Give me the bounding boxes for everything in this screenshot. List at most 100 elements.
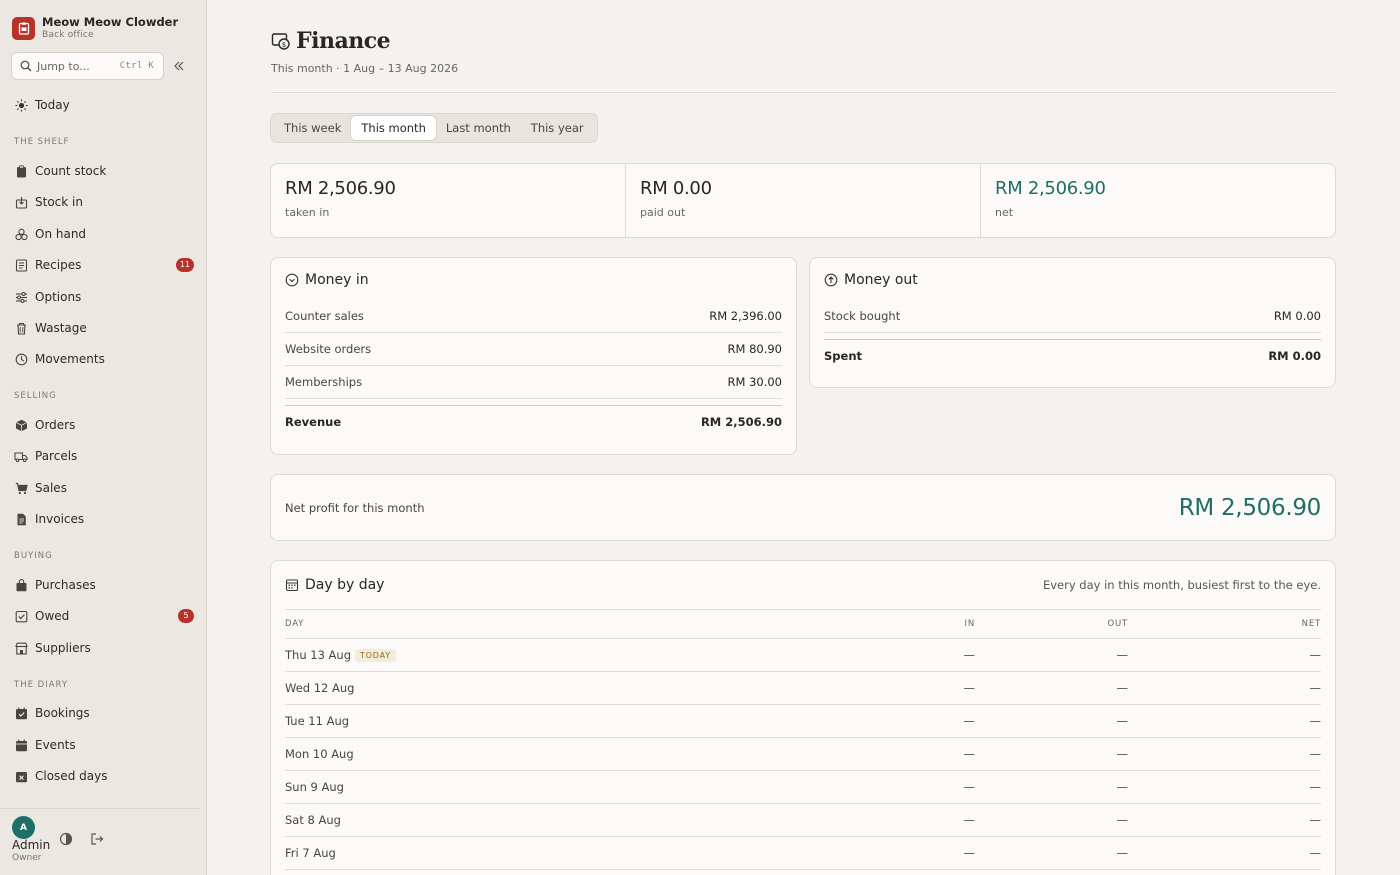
sidebar-item-label: Closed days [35, 769, 108, 783]
sidebar-item-label: Events [35, 738, 76, 752]
money-out-row: Stock bought RM 0.00 [824, 300, 1321, 333]
collapse-sidebar-icon[interactable] [172, 59, 186, 73]
boxes-icon [14, 227, 28, 241]
sidebar-item-closed-days[interactable]: Closed days [14, 766, 194, 786]
net-profit-value: RM 2,506.90 [1178, 494, 1322, 521]
row-label: Spent [824, 349, 862, 363]
sidebar-item-parcels[interactable]: Parcels [14, 446, 194, 466]
money-in-row: Memberships RM 30.00 [285, 366, 782, 399]
owed-count-badge: 5 [178, 609, 194, 623]
sidebar-item-movements[interactable]: Movements [14, 349, 194, 369]
out-cell: — [975, 704, 1128, 738]
sidebar-item-label: Wastage [35, 321, 87, 335]
column-header[interactable]: OUT [975, 610, 1128, 639]
row-label: Website orders [285, 342, 372, 356]
in-cell: — [855, 671, 975, 705]
sidebar-item-owed[interactable]: Owed 5 [14, 606, 194, 626]
divider [271, 92, 1336, 93]
out-cell: — [975, 836, 1128, 870]
sidebar-item-recipes[interactable]: Recipes 11 [14, 255, 194, 275]
sidebar-item-label: Orders [35, 418, 76, 432]
in-cell: — [855, 704, 975, 738]
theme-toggle-icon[interactable] [59, 832, 73, 846]
row-amount: RM 30.00 [727, 375, 783, 389]
sidebar-item-label: Count stock [35, 164, 107, 178]
row-amount: RM 0.00 [1273, 309, 1321, 323]
sidebar-item-suppliers[interactable]: Suppliers [14, 638, 194, 658]
arrow-up-circle-icon [824, 273, 838, 287]
sidebar-item-label: Parcels [35, 449, 78, 463]
sidebar-item-label: On hand [35, 227, 87, 241]
row-label: Memberships [285, 375, 363, 389]
sidebar-item-label: Suppliers [35, 641, 91, 655]
search-input[interactable]: Jump to... Ctrl K [11, 52, 164, 80]
sidebar-item-orders[interactable]: Orders [14, 415, 194, 435]
net-cell: — [1128, 638, 1321, 672]
row-amount: RM 0.00 [1268, 349, 1321, 363]
table-row: Wed 12 Aug — — — [285, 671, 1321, 705]
net-cell: — [1128, 836, 1321, 870]
sidebar-item-purchases[interactable]: Purchases [14, 575, 194, 595]
calendar-icon [14, 738, 28, 752]
money-out-total-row: Spent RM 0.00 [824, 339, 1321, 372]
column-header[interactable]: DAY [285, 610, 855, 639]
stat-value: RM 2,506.90 [995, 178, 1106, 199]
sidebar-item-on-hand[interactable]: On hand [14, 224, 194, 244]
sidebar-item-label: Options [35, 290, 82, 304]
panel-title: Money out [824, 272, 1321, 288]
table-row: Thu 13 Aug TODAY — — — [285, 638, 1321, 672]
row-label: Stock bought [824, 309, 901, 323]
day-by-day-table: DAY IN OUT NET Thu 13 Aug TODAY — — — Wed… [285, 610, 1321, 870]
net-cell: — [1128, 803, 1321, 837]
cart-icon [14, 481, 28, 495]
stat-taken-in: RM 2,506.90 taken in [271, 164, 626, 237]
sidebar-item-stock-in[interactable]: Stock in [14, 192, 194, 212]
money-in-panel: Money in Counter sales RM 2,396.00 Websit… [270, 257, 797, 455]
brand-logo-icon [12, 17, 35, 40]
sidebar-item-bookings[interactable]: Bookings [14, 703, 194, 723]
day-cell: Sat 8 Aug [285, 803, 855, 837]
clipboard-icon [14, 164, 28, 178]
sidebar-item-label: Movements [35, 352, 105, 366]
sidebar-item-count-stock[interactable]: Count stock [14, 161, 194, 181]
table-row: Sun 9 Aug — — — [285, 770, 1321, 804]
search-placeholder: Jump to... [37, 59, 90, 73]
sidebar-item-label: Recipes [35, 258, 82, 272]
logout-icon[interactable] [90, 832, 104, 846]
stat-net: RM 2,506.90 net [981, 164, 1335, 237]
sliders-icon [14, 290, 28, 304]
net-cell: — [1128, 770, 1321, 804]
column-header[interactable]: NET [1128, 610, 1321, 639]
sidebar-item-events[interactable]: Events [14, 735, 194, 755]
sidebar-item-label: Invoices [35, 512, 85, 526]
sidebar-item-wastage[interactable]: Wastage [14, 318, 194, 338]
tab-this-month[interactable]: This month [351, 116, 436, 140]
trash-icon [14, 321, 28, 335]
in-cell: — [855, 638, 975, 672]
tab-this-week[interactable]: This week [274, 116, 351, 140]
money-in-row: Website orders RM 80.90 [285, 333, 782, 366]
tab-last-month[interactable]: Last month [436, 116, 521, 140]
column-header[interactable]: IN [855, 610, 975, 639]
avatar[interactable]: A [12, 816, 35, 839]
sidebar-item-options[interactable]: Options [14, 287, 194, 307]
table-row: Fri 7 Aug — — — [285, 836, 1321, 870]
stat-value: RM 0.00 [640, 178, 712, 199]
stat-label: paid out [640, 206, 686, 219]
sidebar-item-invoices[interactable]: Invoices [14, 509, 194, 529]
stat-value: RM 2,506.90 [285, 178, 396, 199]
in-cell: — [855, 803, 975, 837]
summary-stats: RM 2,506.90 taken in RM 0.00 paid out RM… [270, 163, 1336, 238]
out-cell: — [975, 638, 1128, 672]
calendar-grid-icon [285, 579, 299, 592]
brand[interactable]: Meow Meow Clowder Back office [12, 16, 178, 41]
finance-icon: $ [271, 33, 290, 50]
out-cell: — [975, 737, 1128, 771]
sidebar-item-sales[interactable]: Sales [14, 478, 194, 498]
tab-this-year[interactable]: This year [521, 116, 594, 140]
calendar-x-icon [14, 769, 28, 783]
nav-section-heading: THE SHELF [14, 137, 70, 147]
sidebar-item-today[interactable]: Today [14, 95, 194, 115]
table-row: Sat 8 Aug — — — [285, 803, 1321, 837]
store-icon [14, 641, 28, 655]
